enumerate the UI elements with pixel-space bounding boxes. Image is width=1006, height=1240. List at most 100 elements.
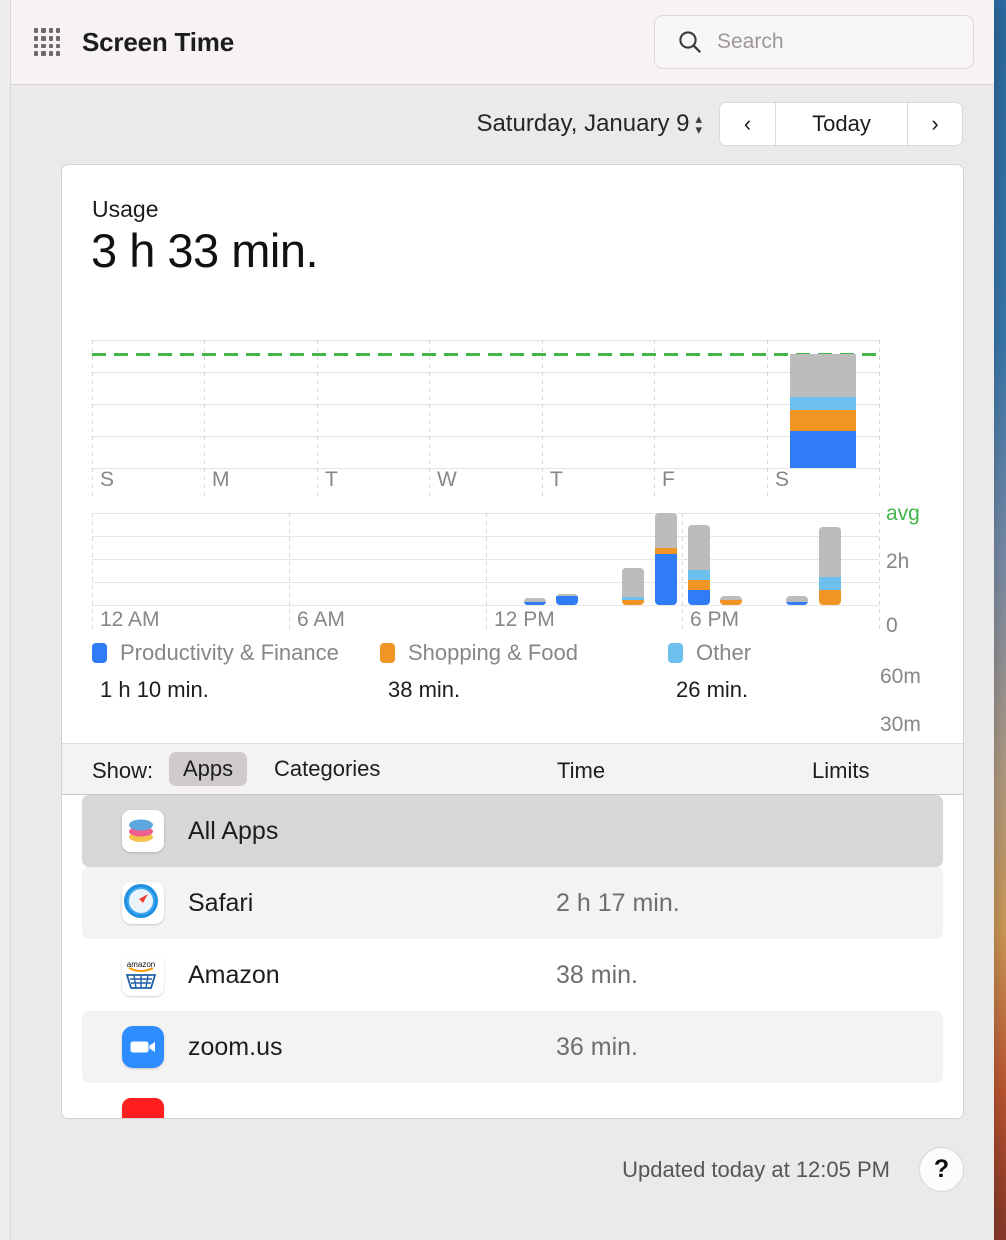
weekly-bar-segment bbox=[790, 354, 856, 397]
legend-value: 38 min. bbox=[388, 677, 461, 702]
hourly-bar-segment bbox=[622, 600, 644, 605]
show-label: Show: bbox=[92, 758, 154, 783]
usage-label: Usage bbox=[92, 196, 159, 222]
hourly-bar-segment bbox=[556, 595, 578, 605]
footer: Updated today at 12:05 PM ? bbox=[11, 1119, 994, 1240]
all-apps-icon bbox=[122, 810, 164, 852]
hourly-bar-segment bbox=[688, 580, 710, 590]
legend-label: Productivity & Finance bbox=[120, 640, 339, 665]
updated-timestamp: Updated today at 12:05 PM bbox=[622, 1157, 890, 1182]
next-day-button[interactable]: › bbox=[907, 102, 963, 146]
weekly-day-label: W bbox=[437, 468, 457, 491]
hourly-time-labels: 12 AM 6 AM 12 PM 6 PM bbox=[92, 608, 879, 636]
help-button[interactable]: ? bbox=[919, 1147, 964, 1192]
weekly-day-label: S bbox=[775, 468, 790, 491]
legend-color-swatch bbox=[668, 643, 683, 663]
hourly-bar[interactable] bbox=[786, 595, 808, 605]
hourly-bar[interactable] bbox=[720, 595, 742, 605]
hourly-time-label: 6 PM bbox=[690, 608, 740, 631]
legend-value: 1 h 10 min. bbox=[100, 677, 209, 702]
hourly-bar-segment bbox=[720, 600, 742, 605]
search-box[interactable] bbox=[654, 15, 974, 69]
column-header-time[interactable]: Time bbox=[557, 758, 605, 784]
today-button[interactable]: Today bbox=[775, 102, 907, 146]
legend-color-swatch bbox=[92, 643, 107, 663]
hourly-bar-segment bbox=[819, 589, 841, 605]
legend-value: 26 min. bbox=[676, 677, 749, 702]
date-stepper[interactable]: ▴ ▾ bbox=[695, 112, 702, 136]
app-time-value: 2 h 17 min. bbox=[556, 888, 680, 917]
column-header-limits[interactable]: Limits bbox=[812, 758, 869, 784]
weekly-axis-zero: 0 bbox=[886, 614, 898, 637]
hourly-bar-segment bbox=[688, 525, 710, 570]
hourly-bar-segment bbox=[622, 568, 644, 598]
app-name-label: Amazon bbox=[188, 960, 280, 989]
legend-label: Shopping & Food bbox=[408, 640, 579, 665]
legend-item: Productivity & Finance bbox=[92, 640, 339, 666]
safari-icon bbox=[122, 882, 164, 924]
zoom-icon bbox=[122, 1026, 164, 1068]
weekly-axis-avg: avg bbox=[886, 502, 920, 525]
current-date-label: Saturday, January 9 bbox=[476, 110, 690, 137]
weekly-day-label: M bbox=[212, 468, 230, 491]
date-button-group: ‹ Today › bbox=[719, 102, 963, 146]
hourly-bar-segment bbox=[819, 526, 841, 578]
app-name-label: zoom.us bbox=[188, 1032, 283, 1061]
hourly-bar[interactable] bbox=[524, 598, 546, 605]
page-title: Screen Time bbox=[82, 26, 234, 57]
app-usage-list[interactable]: All Apps Safari 2 h 17 min. amazon Amazon… bbox=[62, 795, 963, 1118]
weekly-day-label: T bbox=[550, 468, 563, 491]
hourly-time-label: 12 PM bbox=[494, 608, 555, 631]
legend-item: Shopping & Food bbox=[380, 640, 578, 666]
hourly-bar-segment bbox=[688, 589, 710, 605]
weekly-gridline bbox=[92, 404, 879, 405]
hourly-bar[interactable] bbox=[688, 525, 710, 605]
legend-label: Other bbox=[696, 640, 752, 665]
weekly-axis-2h: 2h bbox=[886, 550, 910, 573]
hourly-bar[interactable] bbox=[819, 526, 841, 605]
weekly-bar-segment bbox=[790, 396, 856, 411]
hourly-column-divider bbox=[879, 513, 880, 633]
weekly-gridline bbox=[92, 340, 879, 341]
hourly-bar[interactable] bbox=[556, 594, 578, 605]
weekly-gridline bbox=[92, 436, 879, 437]
show-toolbar: Show: Apps Categories Time Limits bbox=[62, 743, 963, 795]
hourly-time-label: 12 AM bbox=[100, 608, 160, 631]
weekly-usage-chart[interactable] bbox=[92, 340, 880, 496]
hourly-bar[interactable] bbox=[655, 513, 677, 605]
partial-app-icon bbox=[122, 1098, 164, 1118]
weekly-column-divider bbox=[879, 340, 880, 496]
app-name-label: Safari bbox=[188, 888, 254, 917]
hourly-bar[interactable] bbox=[622, 568, 644, 605]
hourly-bar-segment bbox=[655, 554, 677, 605]
screen-time-window: Screen Time Saturday, January 9 ▴ ▾ ‹ To… bbox=[0, 0, 994, 1240]
weekly-gridline bbox=[92, 372, 879, 373]
app-list-item-partial[interactable] bbox=[82, 1083, 943, 1118]
svg-text:amazon: amazon bbox=[127, 960, 155, 969]
app-list-item[interactable]: All Apps bbox=[82, 795, 943, 867]
date-navigation: Saturday, January 9 ▴ ▾ ‹ Today › bbox=[11, 85, 994, 163]
title-bar: Screen Time bbox=[11, 0, 994, 85]
weekly-bar-segment bbox=[790, 410, 856, 431]
hourly-axis-30m: 30m bbox=[880, 713, 921, 736]
search-icon bbox=[679, 31, 701, 53]
usage-card: Usage 3 h 33 min. S M T W T F S avg 2h 0 12 AM… bbox=[61, 164, 964, 1119]
weekly-bar[interactable] bbox=[790, 354, 856, 468]
hourly-bar-segment bbox=[655, 513, 677, 549]
hourly-usage-chart[interactable] bbox=[92, 513, 880, 633]
usage-total: 3 h 33 min. bbox=[91, 224, 319, 277]
search-input[interactable] bbox=[717, 30, 947, 54]
app-time-value: 38 min. bbox=[556, 960, 638, 989]
tab-apps[interactable]: Apps bbox=[169, 752, 248, 786]
app-grid-icon[interactable] bbox=[30, 25, 64, 59]
tab-categories[interactable]: Categories bbox=[274, 756, 380, 782]
hourly-bar-segment bbox=[524, 601, 546, 605]
weekly-bar-segment bbox=[790, 430, 856, 468]
app-list-item[interactable]: zoom.us 36 min. bbox=[82, 1011, 943, 1083]
app-list-item[interactable]: Safari 2 h 17 min. bbox=[82, 867, 943, 939]
hourly-bar-segment bbox=[786, 601, 808, 605]
app-list-item[interactable]: amazon Amazon 38 min. bbox=[82, 939, 943, 1011]
legend-color-swatch bbox=[380, 643, 395, 663]
stepper-down-icon[interactable]: ▾ bbox=[695, 123, 702, 136]
previous-day-button[interactable]: ‹ bbox=[719, 102, 775, 146]
